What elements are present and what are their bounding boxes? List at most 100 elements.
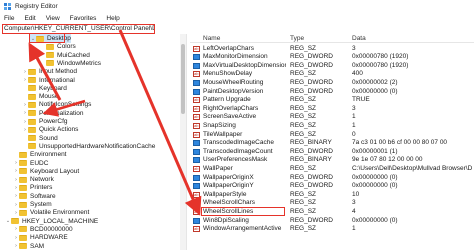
binary-value-icon	[193, 54, 200, 61]
binary-value-icon	[193, 174, 200, 181]
string-value-icon	[193, 226, 200, 233]
folder-icon	[28, 135, 36, 142]
value-data: 0x00000002 (2)	[352, 78, 398, 86]
value-data: 7a c3 01 00 b6 cf 00 00 80 07 00	[352, 139, 448, 147]
folder-icon	[28, 68, 36, 75]
value-type: REG_SZ	[290, 190, 317, 198]
tree-scrollbar[interactable]	[180, 34, 186, 250]
folder-icon	[28, 85, 36, 92]
value-list: Name Type Data LeftOverlapCharsREG_SZ3Ma…	[190, 34, 474, 250]
tree-item[interactable]: › SAM	[13, 242, 44, 250]
tree-item-label: SAM	[30, 242, 45, 250]
key-tree: ⌄ Desktop Colors MuiCached WindowMetrics › Inp…	[0, 34, 187, 250]
binary-value-icon	[193, 62, 200, 69]
value-data: 0x00000000 (0)	[352, 182, 398, 190]
menu-favorites[interactable]: Favorites	[70, 15, 97, 22]
tree-item-label: System	[30, 201, 52, 208]
value-row[interactable]: TranscodedImageCache REG_BINARY 7a c3 01 0…	[190, 139, 474, 148]
value-data: 3	[352, 44, 356, 52]
value-name: Win8DpiScaling	[203, 216, 249, 224]
tree-item-label: Sound	[39, 134, 58, 142]
menu-file[interactable]: File	[4, 15, 14, 22]
value-type: REG_DWORD	[290, 78, 333, 86]
value-name: TileWallpaper	[203, 130, 243, 138]
value-name: MenuShowDelay	[203, 70, 253, 78]
value-row[interactable]: TileWallpaper REG_SZ 0	[190, 130, 474, 139]
value-row[interactable]: WindowArrangementActive REG_SZ 1	[190, 225, 474, 234]
tree-item-label: HARDWARE	[30, 234, 68, 242]
tree-item-label: Volatile Environment	[30, 209, 90, 217]
value-row[interactable]: MenuShowDelay REG_SZ 400	[190, 70, 474, 79]
tree-scroll-thumb[interactable]	[181, 44, 185, 114]
value-data: TRUE	[352, 96, 370, 104]
value-type: REG_BINARY	[290, 156, 332, 164]
value-type: REG_DWORD	[290, 87, 333, 95]
value-type: REG_DWORD	[290, 147, 333, 155]
binary-value-icon	[193, 88, 200, 95]
value-data: 10	[352, 190, 360, 198]
value-data: 0x00000780 (1920)	[352, 61, 409, 69]
value-type: REG_DWORD	[290, 182, 333, 190]
tree-item-label: Quick Actions	[39, 126, 79, 134]
tree-item-label: HKEY_LOCAL_MACHINE	[22, 217, 99, 225]
menu-view[interactable]: View	[46, 15, 60, 22]
value-name: SnapSizing	[203, 121, 236, 129]
value-type: REG_DWORD	[290, 173, 333, 181]
value-type: REG_SZ	[290, 121, 317, 129]
value-data: 1	[352, 121, 356, 129]
value-type: REG_SZ	[290, 207, 317, 215]
value-data: 0x00000000 (0)	[352, 216, 398, 224]
column-name-header[interactable]: Name	[203, 35, 220, 42]
folder-icon	[28, 143, 36, 150]
value-row[interactable]: Pattern Upgrade REG_SZ TRUE	[190, 96, 474, 105]
value-row[interactable]: MouseWheelRouting REG_DWORD 0x00000002 (2)	[190, 78, 474, 87]
address-bar[interactable]: Computer\HKEY_CURRENT_USER\Control Panel…	[2, 24, 155, 34]
value-row[interactable]: Win8DpiScaling REG_DWORD 0x00000000 (0)	[190, 216, 474, 225]
tree-item-label: PowerCfg	[39, 118, 68, 125]
value-type: REG_BINARY	[290, 139, 332, 147]
value-data: 0x00000000 (0)	[352, 173, 398, 181]
value-row[interactable]: PaintDesktopVersion REG_DWORD 0x00000000 (…	[190, 87, 474, 96]
value-row[interactable]: WallpaperOriginX REG_DWORD 0x00000000 (0)	[190, 173, 474, 182]
value-name: ScreenSaveActive	[203, 113, 257, 121]
value-row[interactable]: MaxMonitorDimension REG_DWORD 0x00000780 (…	[190, 53, 474, 62]
tree-item-label: Colors	[57, 43, 76, 51]
value-row[interactable]: RightOverlapChars REG_SZ 3	[190, 104, 474, 113]
string-value-icon	[193, 200, 200, 207]
binary-value-icon	[193, 79, 200, 86]
column-data-header[interactable]: Data	[352, 35, 366, 42]
value-row[interactable]: TranscodedImageCount REG_DWORD 0x00000001 …	[190, 147, 474, 156]
string-value-icon	[193, 122, 200, 129]
binary-value-icon	[193, 183, 200, 190]
value-data: 4	[352, 207, 356, 215]
value-row[interactable]: WallPaper REG_SZ C:\Users\Dell\Desktop\Mul…	[190, 164, 474, 173]
folder-icon	[19, 193, 27, 200]
value-row[interactable]: WallpaperStyle REG_SZ 10	[190, 190, 474, 199]
window-title: Registry Editor	[15, 3, 58, 10]
value-row[interactable]: SnapSizing REG_SZ 1	[190, 121, 474, 130]
value-row[interactable]: MaxVirtualDesktopDimension REG_DWORD 0x000…	[190, 61, 474, 70]
registry-editor-icon	[4, 2, 12, 11]
value-name: TranscodedImageCount	[203, 147, 273, 155]
folder-icon	[19, 226, 27, 233]
folder-icon	[28, 110, 36, 117]
value-name: Pattern Upgrade	[203, 96, 251, 104]
value-data: C:\Users\Dell\Desktop\Mullvad Browser\Da…	[352, 164, 472, 172]
menu-help[interactable]: Help	[106, 15, 119, 22]
folder-icon	[46, 43, 54, 50]
wheelscrolllines-highlight-box	[201, 206, 285, 216]
string-value-icon	[193, 165, 200, 172]
value-row[interactable]: LeftOverlapChars REG_SZ 3	[190, 44, 474, 53]
menu-edit[interactable]: Edit	[24, 15, 35, 22]
value-name: PaintDesktopVersion	[203, 87, 264, 95]
value-row[interactable]: ScreenSaveActive REG_SZ 1	[190, 113, 474, 122]
value-row[interactable]: UserPreferencesMask REG_BINARY 9e 1e 07 80…	[190, 156, 474, 165]
string-value-icon	[193, 191, 200, 198]
value-data: 0x00000001 (1)	[352, 147, 398, 155]
value-row[interactable]: WallpaperOriginY REG_DWORD 0x00000000 (0)	[190, 182, 474, 191]
folder-icon	[19, 201, 27, 208]
column-type-header[interactable]: Type	[290, 35, 304, 42]
value-name: WallpaperOriginX	[203, 173, 254, 181]
binary-value-icon	[193, 140, 200, 147]
value-data: 1	[352, 113, 356, 121]
